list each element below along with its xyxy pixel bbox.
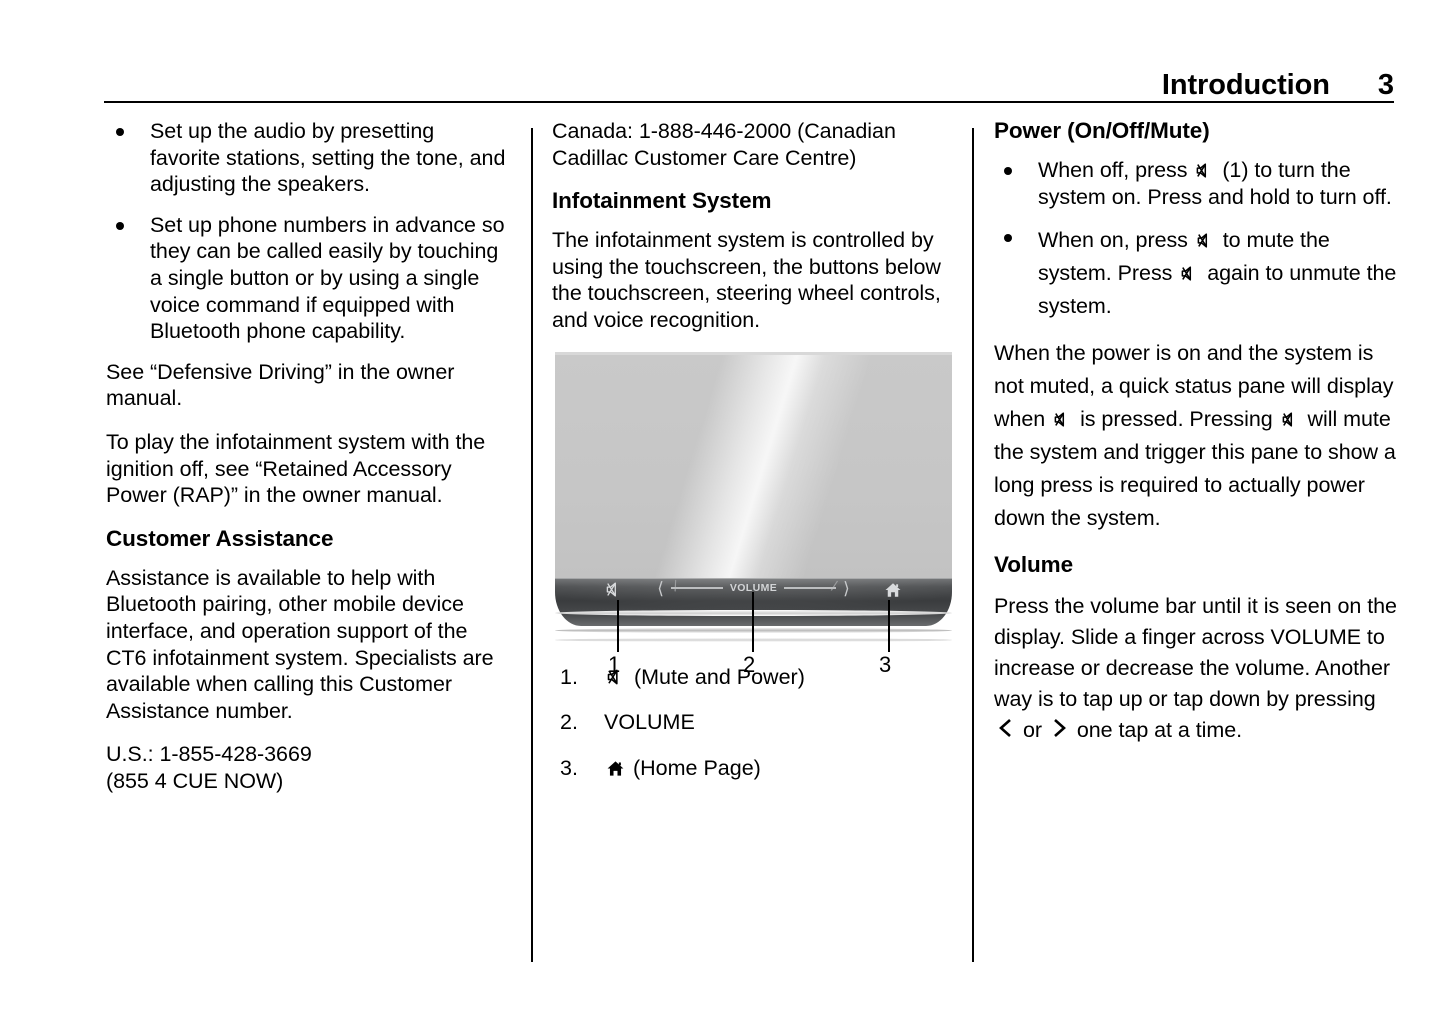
volume-text-or: or [1022,718,1042,743]
heading-customer-assistance: Customer Assistance [106,525,334,551]
list-item: Set up the audio by presetting favorite … [106,118,510,198]
legend-label-2: VOLUME [604,710,695,735]
list-item: When off, press (1) to turn the system o… [994,157,1398,210]
phone-canada-line1: Canada: 1-888-446-2000 (Canadian [552,119,896,143]
phone-us-line2: (855 4 CUE NOW) [106,768,284,793]
paragraph-assistance: Assistance is available to help with Blu… [106,565,494,723]
figure-legend-list: 1. (Mute and Power) 2. VOLUME 3. (Home P… [552,664,956,782]
home-icon [606,759,625,778]
touchscreen-display [555,351,952,584]
power-bullet-list: When off, press (1) to turn the system o… [994,157,1398,323]
legend-number-2: 2. [560,710,578,735]
phone-us-line1: U.S.: 1-855-428-3669 [106,742,312,767]
infotainment-system-figure: \ / ⟨ VOLUME ⟩ [552,351,952,675]
column-divider-2 [972,128,974,962]
paragraph-quick-status-pane: When the power is on and the system is n… [994,337,1398,535]
legend-label-1: (Mute and Power) [633,664,805,689]
page-number: 3 [1377,69,1394,101]
volume-track-right [784,587,837,590]
heading-volume: Volume [994,552,1073,578]
volume-text-b: one tap at a time. [1076,718,1243,743]
mute-icon [606,667,626,687]
home-icon[interactable] [884,581,902,604]
volume-up-chevron-icon[interactable]: ⟩ [843,580,850,597]
callout-leader-3 [888,599,891,652]
page-header: Introduction 3 [104,48,1394,100]
column-divider-1 [531,128,533,962]
mute-icon [1180,264,1199,283]
setup-bullet-list: Set up the audio by presetting favorite … [106,118,510,345]
header-rule [104,101,1394,104]
volume-text-a: Press the volume bar until it is seen on… [994,594,1397,712]
heading-infotainment-system: Infotainment System [552,188,772,214]
list-item: Set up phone numbers in advance so they … [106,212,510,345]
heading-power: Power (On/Off/Mute) [994,118,1210,143]
chevron-right-icon [1051,717,1068,748]
paragraph-volume: Press the volume bar until it is seen on… [994,591,1398,748]
status-text-b: is pressed. Pressing [1080,407,1273,432]
list-item: 2. VOLUME [552,709,956,736]
power-bullet-1-text-a: When off, press [1038,158,1188,182]
paragraph-defensive-driving: See “Defensive Driving” in the owner man… [106,359,455,411]
mute-icon [1281,410,1300,429]
column-1: Set up the audio by presetting favorite … [106,118,510,811]
callout-leader-1 [617,599,620,652]
mute-icon [1196,231,1215,250]
volume-down-chevron-icon[interactable]: ⟨ [657,580,664,597]
paragraph-controlled-by: The infotainment system is controlled by… [552,228,941,332]
content-columns: Set up the audio by presetting favorite … [0,118,1445,978]
figure-image: \ / ⟨ VOLUME ⟩ [555,351,952,652]
legend-number-3: 3. [560,755,578,780]
power-bullet-2-text-a: When on, press [1038,228,1188,253]
column-3: Power (On/Off/Mute) When off, press (1) … [994,118,1398,765]
column-2: Canada: 1-888-446-2000 (Canadian Cadilla… [552,118,956,800]
list-item: When on, press to mute the system. Press [994,224,1398,323]
legend-number-1: 1. [560,664,578,689]
phone-canada-line2: Cadillac Customer Care Centre) [552,145,857,170]
paragraph-retained-accessory-power: To play the infotainment system with the… [106,429,486,508]
volume-track-left [670,587,723,590]
mute-icon [1053,410,1072,429]
legend-label-3: (Home Page) [632,755,761,780]
page-title: Introduction [1161,69,1330,101]
mute-icon [1195,161,1214,180]
list-item: 3. (Home Page) [552,755,956,782]
callout-leader-2 [752,591,755,652]
list-item: 1. (Mute and Power) [552,664,956,691]
chevron-left-icon [997,717,1014,748]
